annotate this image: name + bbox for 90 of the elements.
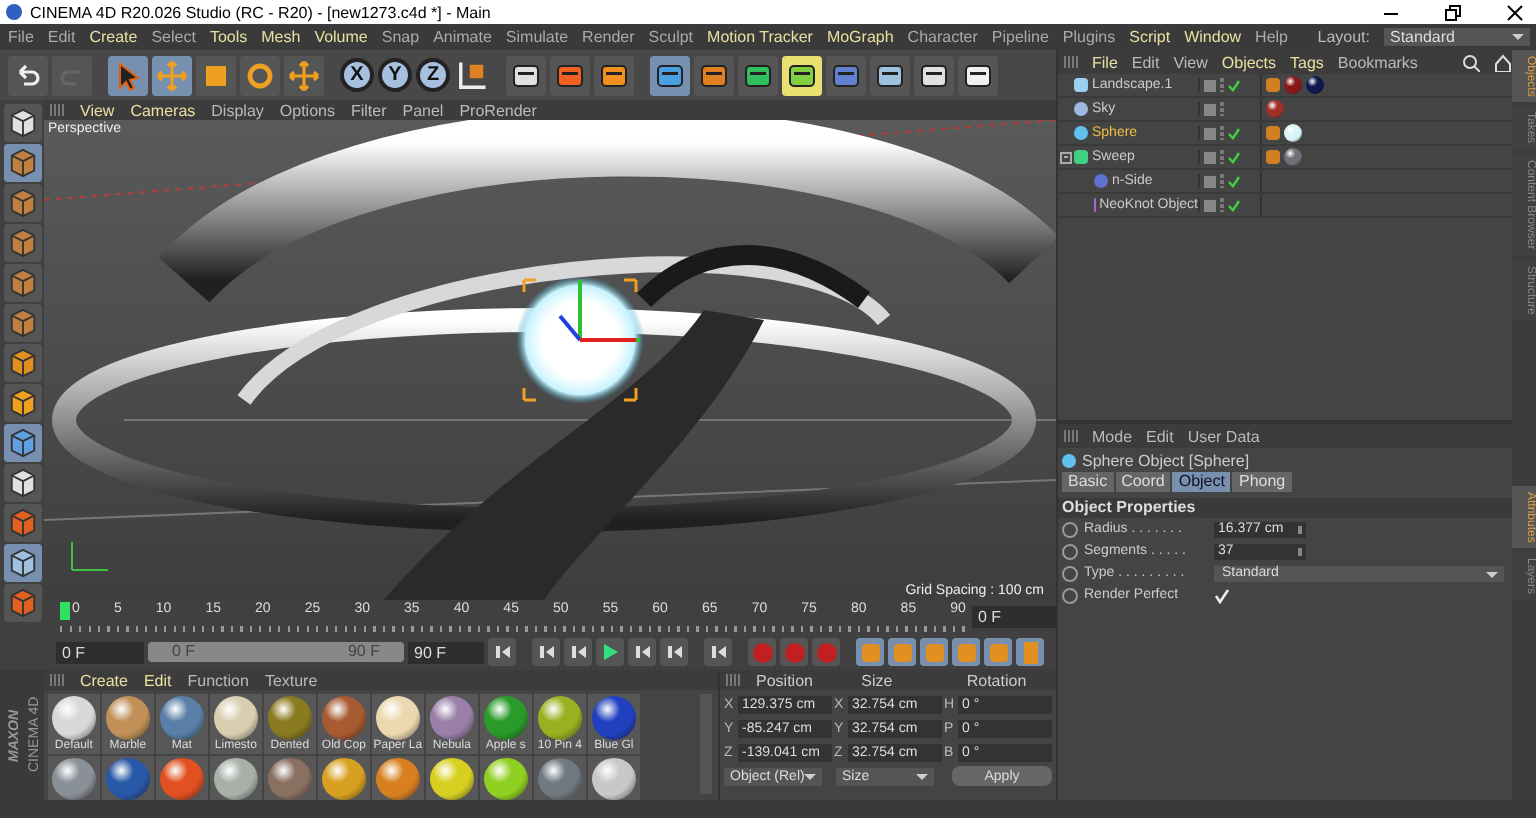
attribute-tab[interactable]: Phong [1232,472,1292,492]
column-header: Size [861,671,895,689]
viewport-menu-item[interactable]: Display [211,101,264,119]
coordinate-system-icon[interactable] [454,57,490,93]
layout-dropdown[interactable]: Standard [1384,28,1530,46]
layout-label: Layout: [1317,28,1370,46]
attribute-tab[interactable]: Coord [1115,472,1171,492]
start-frame-field[interactable]: 0 F [56,641,144,663]
menu-item[interactable]: Plugins [1062,28,1116,46]
menu-item[interactable]: Edit [1131,53,1160,71]
menu-item[interactable]: Edit [47,28,76,46]
menu-item[interactable]: Tags [1290,53,1324,71]
end-frame-field[interactable]: 90 F [408,641,484,663]
material-tag[interactable] [1284,124,1302,142]
viewport-menu-item[interactable]: View [80,101,115,119]
menu-item[interactable]: Volume [314,28,368,46]
restore-icon[interactable] [1444,3,1462,21]
search-icon[interactable] [1462,53,1480,71]
move-icon[interactable] [284,55,324,95]
menu-item[interactable]: Mesh [261,28,301,46]
rotate-icon[interactable] [240,55,280,95]
menu-item[interactable]: Create [79,671,128,689]
menu-item[interactable]: MoGraph [826,28,894,46]
menu-item[interactable]: Objects [1221,53,1277,71]
axis-lock-button[interactable]: Y [378,58,412,92]
viewport-menu-item[interactable]: ProRender [459,101,537,119]
app-logo-icon [6,4,22,20]
current-frame-field[interactable]: 0 F [972,606,1056,628]
material-tag[interactable] [1284,76,1302,94]
menu-item[interactable]: Pipeline [991,28,1049,46]
collapse-toggle-icon[interactable] [1060,151,1072,163]
menu-item[interactable]: Animate [433,28,492,46]
menu-item[interactable]: Edit [143,671,172,689]
menu-item[interactable]: Motion Tracker [707,28,813,46]
menu-item[interactable]: User Data [1187,427,1260,445]
menu-item[interactable]: File [8,28,34,46]
menu-item[interactable]: Select [151,28,196,46]
material-tag[interactable] [1284,148,1302,166]
menu-item[interactable]: Texture [264,671,318,689]
menu-item[interactable]: Simulate [505,28,569,46]
object-title: Sphere Object [Sphere] [1082,451,1250,469]
menu-item[interactable]: File [1092,53,1118,71]
enabled-check-icon[interactable] [1228,175,1240,187]
menu-item[interactable]: View [1173,53,1208,71]
axis-lock-button[interactable]: Z [416,58,450,92]
close-icon[interactable] [1506,3,1524,21]
menu-item[interactable]: Tools [209,28,248,46]
menu-item[interactable]: Create [89,28,138,46]
play-icon[interactable] [596,638,624,666]
landscape-object-icon [1074,78,1088,92]
enabled-check-icon[interactable] [1228,127,1240,139]
home-icon[interactable] [1494,53,1512,71]
first-frame-icon[interactable] [488,638,516,666]
menu-item[interactable]: Function [187,671,249,689]
enabled-check-icon[interactable] [1228,79,1240,91]
attribute-tab[interactable]: Object [1172,472,1231,492]
viewport-menu-item[interactable]: Panel [402,101,444,119]
section-header: Object Properties [1058,498,1512,518]
material-tag[interactable] [1266,100,1284,118]
attribute-tab[interactable]: Basic [1062,472,1114,492]
menu-item[interactable]: Sculpt [648,28,694,46]
undo-icon[interactable] [8,55,48,95]
menu-item[interactable]: Render [582,28,635,46]
scale-icon[interactable] [196,55,236,95]
arrow-pointer-icon[interactable] [108,55,148,95]
window-title: CINEMA 4D R20.026 Studio (RC - R20) - [new1273.c4d *] - Main [30,3,493,21]
sphere-object-icon [1074,126,1088,140]
menu-item[interactable]: Edit [1146,427,1174,445]
menu-item[interactable]: Snap [381,28,420,46]
menu-item[interactable]: Window [1184,28,1242,46]
menu-item[interactable]: Mode [1092,427,1133,445]
column-header: Rotation [966,671,1029,689]
viewport-menu-item[interactable]: Options [279,101,335,119]
menu-item[interactable]: Help [1255,28,1288,46]
viewport-menu-item[interactable]: Filter [350,101,387,119]
circle-object-icon [1094,174,1108,188]
menu-item[interactable]: Script [1129,28,1171,46]
material-tag[interactable] [1306,76,1324,94]
column-header: Position [756,671,815,689]
menu-item[interactable]: Character [907,28,978,46]
move-icon[interactable] [152,55,192,95]
sky-object-icon [1074,102,1088,116]
viewport-menu-item[interactable]: Cameras [130,101,196,119]
sweep-object-icon [1074,150,1088,164]
sphere-object-icon [1062,453,1076,467]
checkbox[interactable] [1214,587,1230,603]
axis-lock-button[interactable]: X [340,58,374,92]
enabled-check-icon[interactable] [1228,199,1240,211]
enabled-check-icon[interactable] [1228,151,1240,163]
menu-item[interactable]: Bookmarks [1337,53,1418,71]
